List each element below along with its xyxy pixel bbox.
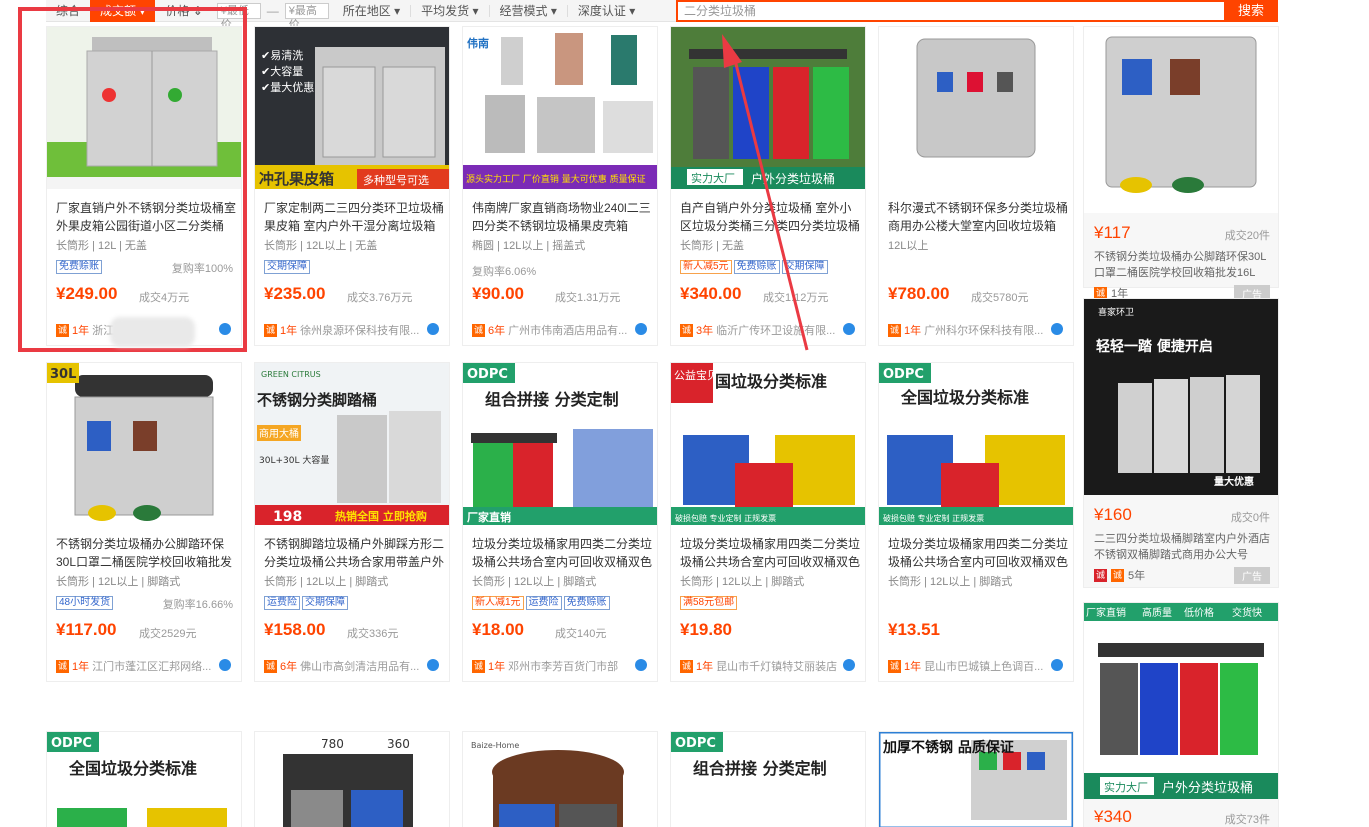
annotation-arrow bbox=[722, 34, 809, 351]
